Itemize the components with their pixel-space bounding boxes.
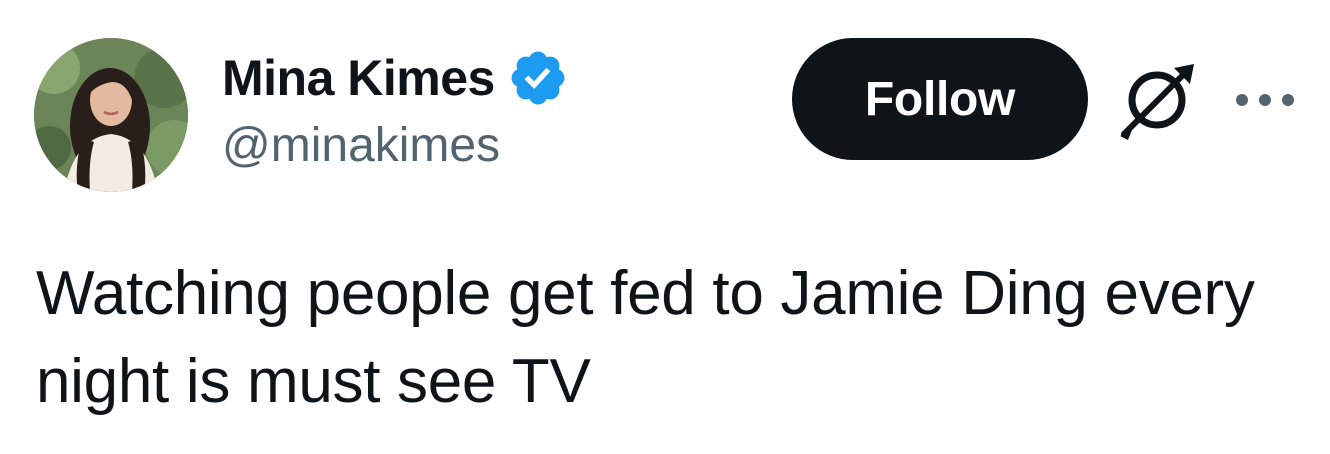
tweet-card: Mina Kimes @minakimes Follow Watching pe… (0, 0, 1330, 454)
user-handle[interactable]: @minakimes (222, 118, 569, 173)
profile-photo-icon (34, 38, 188, 192)
grok-icon[interactable] (1114, 60, 1200, 140)
avatar[interactable] (34, 38, 188, 192)
display-name[interactable]: Mina Kimes (222, 49, 495, 107)
tweet-text: Watching people get fed to Jamie Ding ev… (36, 259, 1255, 416)
follow-button[interactable]: Follow (792, 38, 1088, 160)
display-name-row: Mina Kimes (222, 46, 569, 110)
verified-badge-icon[interactable] (507, 47, 569, 109)
author-info: Mina Kimes @minakimes (222, 46, 569, 173)
more-options-icon[interactable] (1232, 86, 1298, 114)
